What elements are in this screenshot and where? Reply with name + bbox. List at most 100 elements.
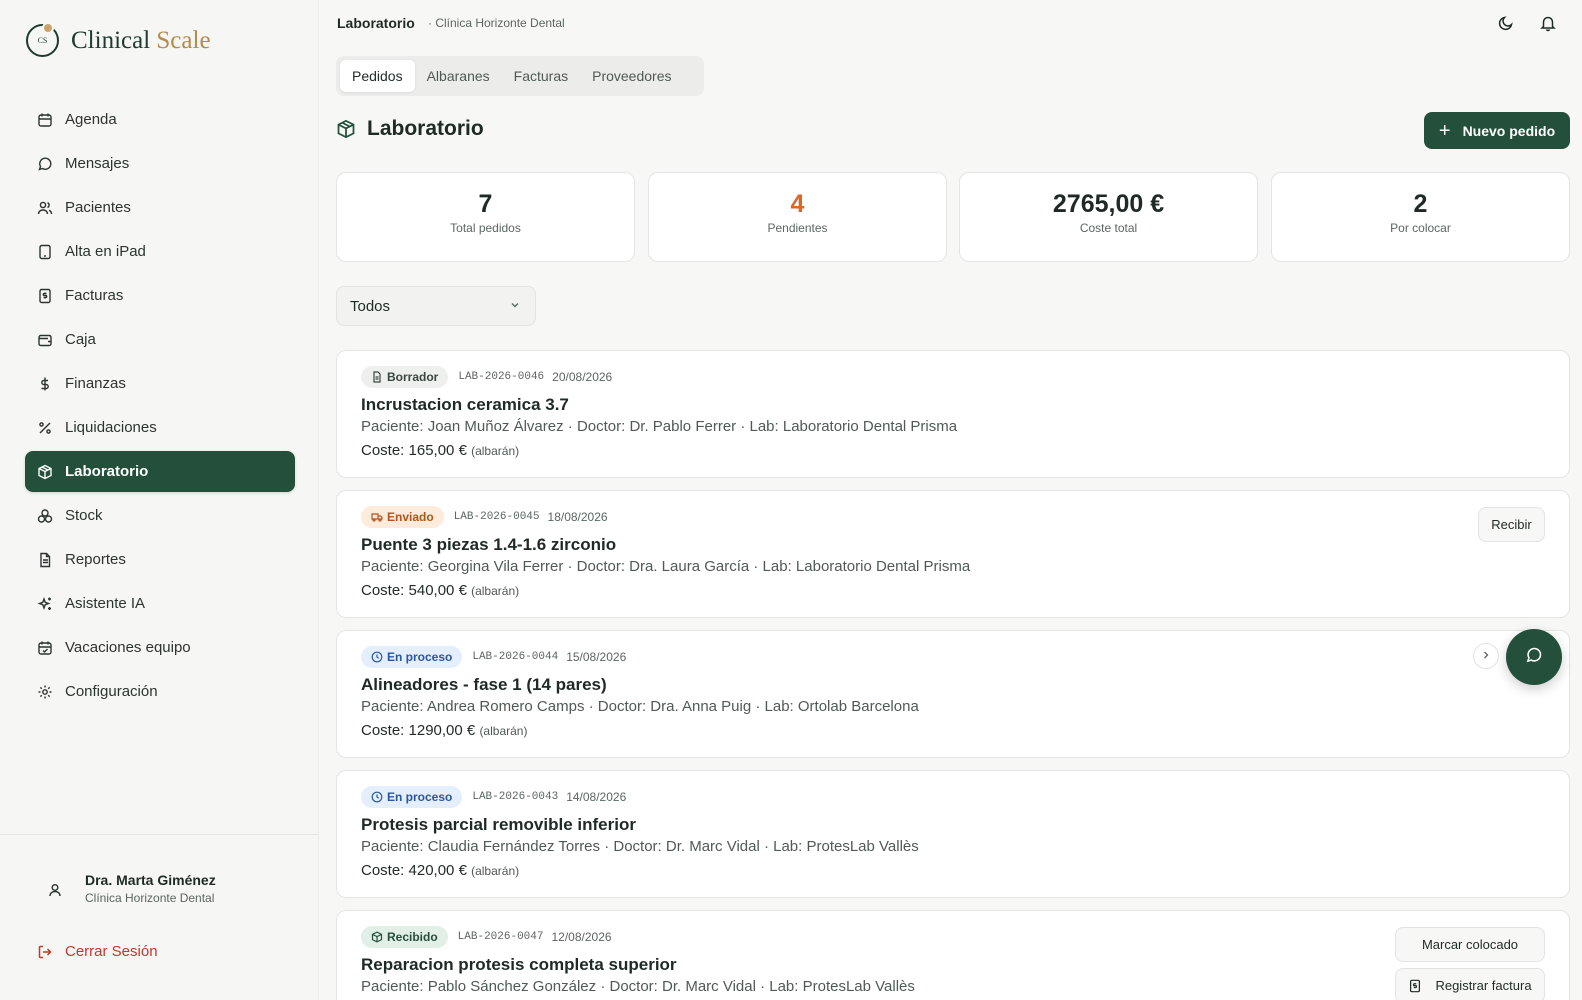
order-header: Borrador LAB-2026-0046 20/08/2026 [361,366,612,388]
percent-icon [37,420,53,436]
tab-proveedores[interactable]: Proveedores [580,60,683,92]
order-card[interactable]: Enviado LAB-2026-0045 18/08/2026 Puente … [336,490,1570,618]
logout-icon [37,944,53,960]
order-code: LAB-2026-0044 [472,651,559,663]
sidebar-item-pacientes[interactable]: Pacientes [25,187,295,228]
package-icon [37,464,53,480]
order-card[interactable]: En proceso LAB-2026-0043 14/08/2026 Prot… [336,770,1570,898]
tab-pedidos[interactable]: Pedidos [340,60,415,92]
order-cost-note: (albarán) [471,864,520,878]
order-card[interactable]: Borrador LAB-2026-0046 20/08/2026 Incrus… [336,350,1570,478]
sidebar-item-label: Finanzas [65,375,126,392]
sidebar-item-finanzas[interactable]: Finanzas [25,363,295,404]
sidebar-item-liquidaciones[interactable]: Liquidaciones [25,407,295,448]
moon-icon[interactable] [1497,14,1515,32]
chat-fab-button[interactable] [1506,629,1562,685]
order-cost-note: (albarán) [471,444,520,458]
stat-pendientes: 4 Pendientes [648,172,947,262]
logo-mark: CS [26,22,59,57]
sparkles-icon [37,596,53,612]
status-badge: Recibido [361,926,448,948]
sidebar-item-facturas[interactable]: Facturas [25,275,295,316]
new-order-label: Nuevo pedido [1462,122,1556,139]
topbar-title: Laboratorio [337,15,415,31]
sidebar-item-alta-ipad[interactable]: Alta en iPad [25,231,295,272]
page-title: Laboratorio [336,117,484,141]
sidebar-item-reportes[interactable]: Reportes [25,539,295,580]
report-icon [37,552,53,568]
status-badge: En proceso [361,786,463,808]
order-cost-note: (albarán) [479,724,528,738]
register-invoice-button[interactable]: Registrar factura [1395,968,1545,1000]
scroll-right-button[interactable] [1473,643,1499,669]
order-date: 15/08/2026 [566,650,627,664]
receive-button[interactable]: Recibir [1478,507,1545,542]
sidebar-item-configuracion[interactable]: Configuración [25,671,295,712]
mark-placed-button[interactable]: Marcar colocado [1395,927,1545,962]
order-header: En proceso LAB-2026-0043 14/08/2026 [361,786,626,808]
user-profile[interactable]: Dra. Marta Giménez Clínica Horizonte Den… [47,872,216,905]
logo[interactable]: CS Clinical Scale [26,22,211,57]
gear-icon [37,684,53,700]
user-icon [47,882,63,898]
sidebar-nav: Agenda Mensajes Pacientes Alta en iPad F… [25,99,295,715]
new-order-button[interactable]: + Nuevo pedido [1424,112,1570,149]
status-badge: Enviado [361,506,444,528]
order-cost: Coste: 540,00 € (albarán) [361,582,519,599]
sidebar-item-caja[interactable]: Caja [25,319,295,360]
order-title: Alineadores - fase 1 (14 pares) [361,675,607,694]
order-card[interactable]: En proceso LAB-2026-0044 15/08/2026 Alin… [336,630,1570,758]
bell-icon[interactable] [1539,14,1557,32]
stat-label: Coste total [1079,221,1138,235]
calendar-check-icon [37,640,53,656]
status-badge: En proceso [361,646,463,668]
message-icon [37,156,53,172]
stat-value: 2 [1413,190,1428,218]
logout-button[interactable]: Cerrar Sesión [37,943,158,960]
order-code: LAB-2026-0043 [472,791,559,803]
status-badge-label: Recibido [387,930,438,944]
user-clinic: Clínica Horizonte Dental [85,891,215,905]
logo-mark-text: CS [37,36,48,45]
user-name: Dra. Marta Giménez [85,872,216,888]
status-badge-label: Enviado [387,510,434,524]
sidebar-item-agenda[interactable]: Agenda [25,99,295,140]
sidebar-item-label: Stock [65,507,103,524]
sidebar: CS Clinical Scale Agenda Mensajes Pacien… [0,0,319,1000]
order-title: Incrustacion ceramica 3.7 [361,395,569,414]
stat-por-colocar: 2 Por colocar [1271,172,1570,262]
logo-name-main: Clinical [71,26,151,54]
stat-label: Por colocar [1390,221,1451,235]
boxes-icon [37,508,53,524]
sidebar-item-label: Asistente IA [65,595,146,612]
clock-icon [371,791,383,803]
sidebar-item-vacaciones[interactable]: Vacaciones equipo [25,627,295,668]
order-cost: Coste: 1290,00 € (albarán) [361,722,527,739]
order-meta: Paciente: Joan Muñoz Álvarez · Doctor: D… [361,418,958,435]
sidebar-item-label: Caja [65,331,96,348]
order-code: LAB-2026-0046 [458,371,545,383]
sidebar-item-laboratorio[interactable]: Laboratorio [25,451,295,492]
stat-label: Total pedidos [450,221,521,235]
order-title: Reparacion protesis completa superior [361,955,677,974]
plus-icon: + [1438,119,1451,142]
status-badge-label: En proceso [387,650,453,664]
tab-facturas[interactable]: Facturas [502,60,580,92]
order-meta: Paciente: Claudia Fernández Torres · Doc… [361,838,919,855]
order-meta: Paciente: Pablo Sánchez González · Docto… [361,978,915,995]
invoice-icon [1408,979,1422,993]
sidebar-item-mensajes[interactable]: Mensajes [25,143,295,184]
topbar-subtitle: · Clínica Horizonte Dental [428,16,565,30]
register-invoice-label: Registrar factura [1435,978,1532,993]
calendar-icon [37,112,53,128]
sidebar-item-asistente-ia[interactable]: Asistente IA [25,583,295,624]
sidebar-item-stock[interactable]: Stock [25,495,295,536]
status-filter-select[interactable]: Todos [336,286,536,326]
tab-bar: Pedidos Albaranes Facturas Proveedores [336,56,704,96]
tab-albaranes[interactable]: Albaranes [415,60,502,92]
order-date: 20/08/2026 [552,370,613,384]
stat-value: 4 [790,190,805,218]
order-card[interactable]: Recibido LAB-2026-0047 12/08/2026 Repara… [336,910,1570,1000]
order-header: En proceso LAB-2026-0044 15/08/2026 [361,646,626,668]
order-cost-value: Coste: 165,00 € [361,442,467,459]
